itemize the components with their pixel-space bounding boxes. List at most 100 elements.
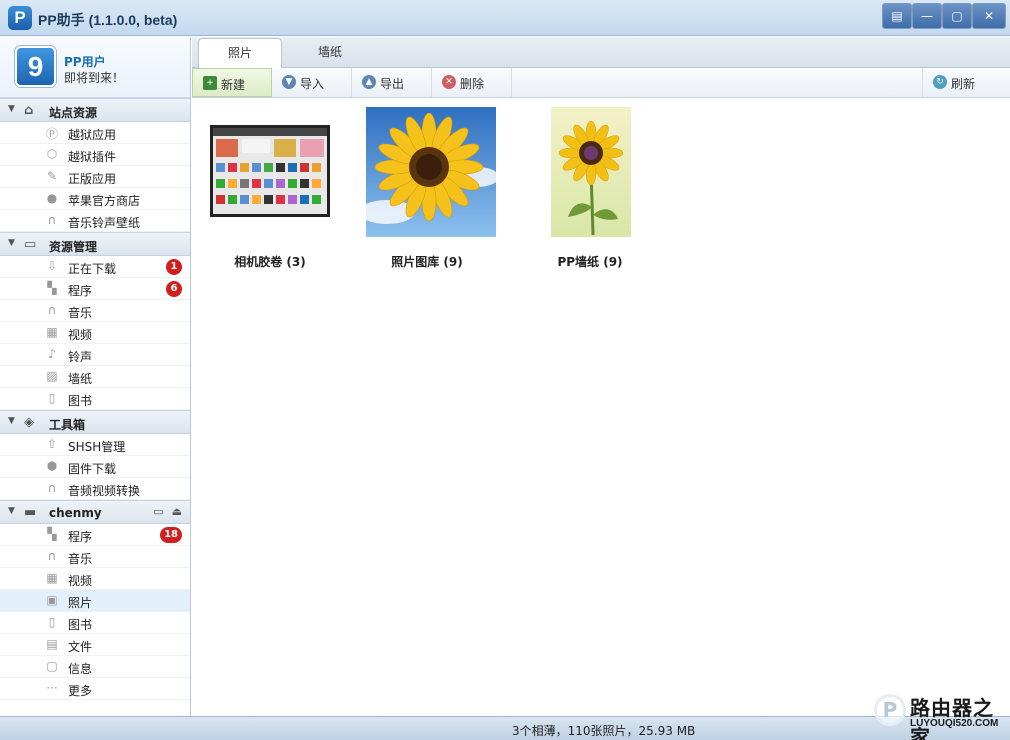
sidebar-item[interactable]: ▚ 程序 6 [0,278,190,300]
app-logo-icon: P [8,6,32,30]
toolbox-icon: ◈ [24,415,34,430]
message-icon: ▢ [46,659,58,673]
title-bar: P PP助手 (1.1.0.0, beta) ▤ — ▢ ✕ [0,0,1010,36]
book-icon: ▯ [48,391,56,405]
battery-icon[interactable]: ▭ [153,505,163,518]
film-icon: ▦ [46,325,58,339]
import-icon: ▼ [282,75,296,89]
new-album-button[interactable]: + 新建 [192,68,272,97]
sidebar-item-label: 更多 [68,684,93,698]
sidebar-item[interactable]: ∩ 音乐 [0,300,190,322]
sidebar-item[interactable]: ⇩ 正在下载 1 [0,256,190,278]
collapse-caret-icon[interactable]: ▼ [8,506,15,516]
download-icon: ⇩ [46,259,58,273]
sidebar-item[interactable]: ⬡ 越狱插件 [0,144,190,166]
sidebar-item-label: SHSH管理 [68,440,126,454]
close-button[interactable]: ✕ [972,3,1006,29]
collapse-caret-icon[interactable]: ▼ [8,416,15,426]
sidebar-item-label: 正版应用 [68,172,117,186]
window-title: PP助手 (1.1.0.0, beta) [38,12,178,28]
sidebar-item-label: 音乐铃声壁纸 [68,216,141,230]
convert-icon: ∩ [47,481,57,495]
sidebar-item-label: 视频 [68,328,93,342]
new-icon: + [203,76,217,90]
user-name[interactable]: PP用户 [64,53,106,70]
sidebar-item[interactable]: ▦ 视频 [0,322,190,344]
delete-label: 删除 [460,77,485,91]
avatar[interactable]: 9 [15,46,56,87]
status-text: 3个相薄，110张照片，25.93 MB [512,724,696,738]
sidebar-item-label: 音乐 [68,306,93,320]
sidebar-item[interactable]: ● 苹果官方商店 [0,188,190,210]
sidebar-group-label: chenmy [49,506,102,520]
refresh-button[interactable]: ↻ 刷新 [922,68,1002,97]
sidebar-item[interactable]: ▤ 文件 [0,634,190,656]
sidebar-group-header[interactable]: ▼ ▭ 资源管理 [0,232,190,256]
sidebar-item[interactable]: ▯ 图书 [0,612,190,634]
sidebar-group-label: 站点资源 [49,106,98,120]
import-label: 导入 [300,77,325,91]
sidebar-item[interactable]: ··· 更多 [0,678,190,700]
album-pp-wallpaper[interactable]: PP墙纸 (9) [520,107,660,269]
refresh-icon: ↻ [933,75,947,89]
sidebar-item[interactable]: ▢ 信息 [0,656,190,678]
sidebar-group-label: 资源管理 [49,240,98,254]
sidebar-item[interactable]: ∩ 音乐铃声壁纸 [0,210,190,232]
sidebar-item-label: 正在下载 [68,262,117,276]
album-pp-wallpaper-label: PP墙纸 (9) [557,255,623,269]
skin-button[interactable]: ▤ [882,3,912,29]
note-icon: ♪ [48,347,56,361]
eject-icon[interactable]: ⏏ [172,505,182,518]
count-badge: 18 [160,527,182,543]
home-icon: ⌂ [24,103,34,118]
tab-photos[interactable]: 照片 [198,38,282,69]
count-badge: 6 [166,281,182,297]
sidebar-group-header[interactable]: ▼ ▬ chenmy ▭ ⏏ [0,500,190,524]
sidebar-item[interactable]: ▣ 照片 [0,590,190,612]
sunflower-wallpaper-thumbnail [551,107,631,237]
sidebar-item-label: 信息 [68,662,93,676]
maximize-button[interactable]: ▢ [942,3,972,29]
sidebar-item[interactable]: ⬢ 固件下载 [0,456,190,478]
sidebar-item-label: 图书 [68,394,93,408]
sidebar-item[interactable]: ▯ 图书 [0,388,190,410]
collapse-caret-icon[interactable]: ▼ [8,104,15,114]
minimize-button[interactable]: — [912,3,942,29]
export-button[interactable]: ▲ 导出 [352,68,432,97]
sidebar-item-label: 固件下载 [68,462,117,476]
album-camera-roll[interactable]: 相机胶卷 (3) [200,107,340,269]
app-store-icon: ✎ [46,169,58,183]
sidebar-group-header[interactable]: ▼ ⌂ 站点资源 [0,98,190,122]
shsh-icon: ⇧ [46,437,58,451]
photo-icon: ▣ [46,593,58,607]
sidebar-item[interactable]: ▚ 程序 18 [0,524,190,546]
sidebar-item-label: 墙纸 [68,372,93,386]
sidebar-group-header[interactable]: ▼ ◈ 工具箱 [0,410,190,434]
sidebar-item[interactable]: ∩ 音乐 [0,546,190,568]
sidebar-group-label: 工具箱 [49,418,86,432]
sidebar-item-label: 音频视频转换 [68,484,141,498]
collapse-caret-icon[interactable]: ▼ [8,238,15,248]
headphones-icon: ∩ [47,303,57,317]
headphones-icon: ∩ [47,213,57,227]
folder-icon: ▤ [46,637,58,651]
tab-wallpaper[interactable]: 墙纸 [288,38,372,68]
album-photo-library[interactable]: 照片图库 (9) [357,107,497,269]
sidebar-item[interactable]: ▨ 墙纸 [0,366,190,388]
sidebar-item[interactable]: ⇧ SHSH管理 [0,434,190,456]
import-button[interactable]: ▼ 导入 [272,68,352,97]
sidebar-item[interactable]: ∩ 音频视频转换 [0,478,190,500]
sidebar-item[interactable]: ✎ 正版应用 [0,166,190,188]
sidebar-item[interactable]: ▦ 视频 [0,568,190,590]
sidebar-item[interactable]: ♪ 铃声 [0,344,190,366]
sidebar-item[interactable]: Ⓟ 越狱应用 [0,122,190,144]
count-badge: 1 [166,259,182,275]
sidebar: 9 PP用户 即将到来！ ▼ ⌂ 站点资源 Ⓟ 越狱应用 ⬡ 越狱插件 ✎ 正版应用 ● 苹果官方商… [0,37,191,717]
watermark-logo: P 路由器之家 LUYOUQI520.COM [872,688,1006,740]
sidebar-item-label: 铃声 [68,350,93,364]
tab-bar: 照片 墙纸 [192,37,1010,69]
delete-button[interactable]: ✕ 删除 [432,68,512,97]
user-panel[interactable]: 9 PP用户 即将到来！ [0,37,190,98]
toolbar: + 新建 ▼ 导入 ▲ 导出 ✕ 删除 ↻ 刷新 [192,68,1010,98]
export-icon: ▲ [362,75,376,89]
